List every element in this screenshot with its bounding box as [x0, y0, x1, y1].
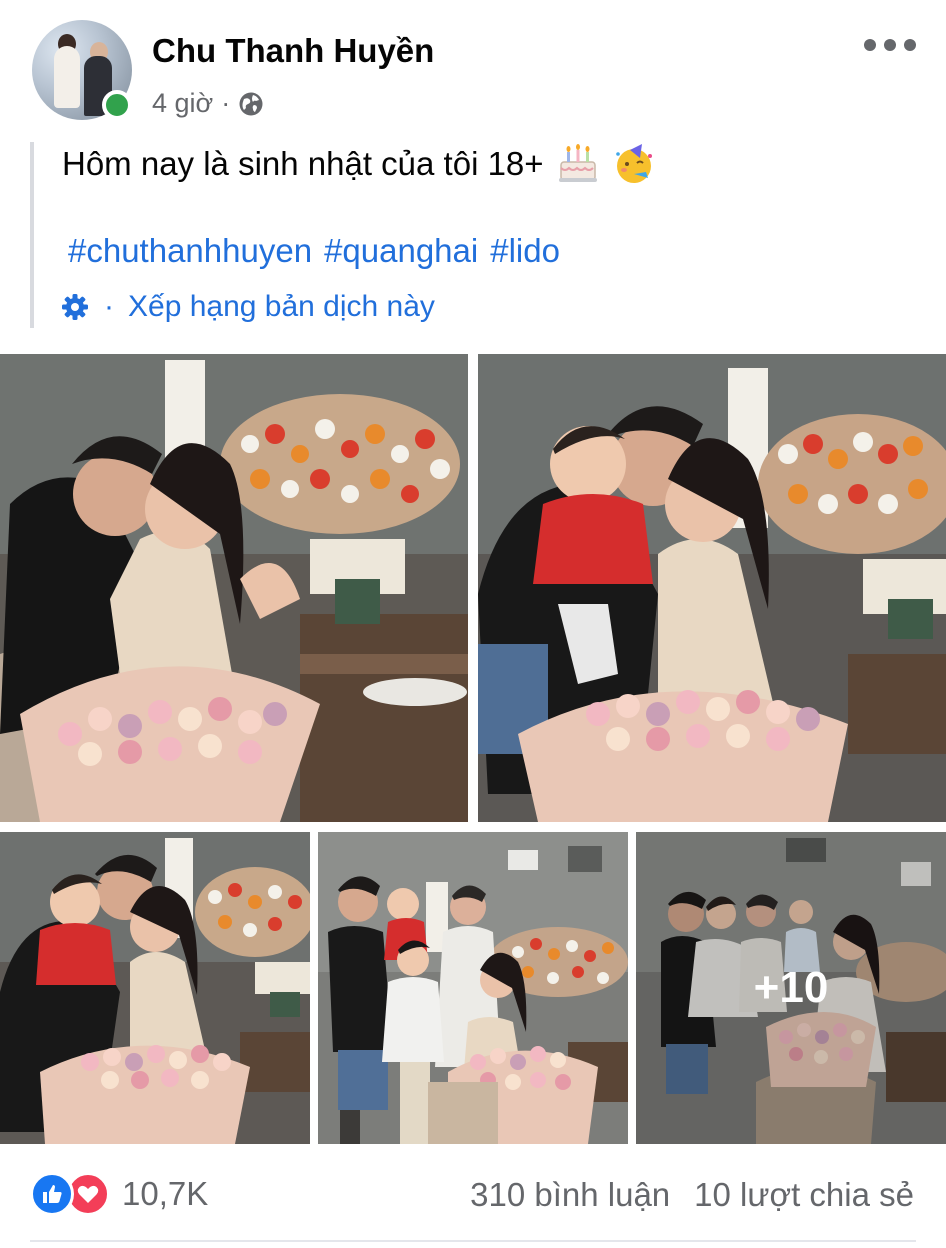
more-options-icon[interactable]: [864, 30, 916, 60]
partying-face-icon: [615, 144, 652, 183]
post-photo[interactable]: [478, 354, 946, 822]
gear-icon[interactable]: [60, 292, 90, 322]
quote-bar: [30, 142, 34, 328]
post-footer: 10,7K 310 bình luận 10 lượt chia sẻ: [0, 1160, 946, 1230]
reactions-summary[interactable]: 10,7K: [30, 1172, 208, 1216]
hashtag-link[interactable]: #lido: [490, 232, 560, 270]
online-status-dot: [102, 90, 132, 120]
author-name[interactable]: Chu Thanh Huyền: [152, 32, 434, 70]
hashtags: #chuthanhhuyen #quanghai #lido: [68, 232, 560, 270]
post-header: Chu Thanh Huyền 4 giờ ·: [0, 0, 946, 140]
engagement-stats: 310 bình luận 10 lượt chia sẻ: [470, 1176, 914, 1214]
meta-separator: ·: [221, 88, 231, 118]
post-time[interactable]: 4 giờ: [152, 88, 213, 119]
post-photo[interactable]: [0, 832, 310, 1144]
post-text-content: Hôm nay là sinh nhật của tôi 18+: [62, 145, 544, 182]
hashtag-link[interactable]: #quanghai: [324, 232, 478, 270]
post-photo[interactable]: [0, 354, 468, 822]
translation-rating: · Xếp hạng bản dịch này: [60, 290, 435, 324]
post-photo-more[interactable]: +10: [636, 832, 946, 1144]
rate-translation-link[interactable]: Xếp hạng bản dịch này: [128, 290, 435, 324]
post-photo[interactable]: [318, 832, 628, 1144]
like-icon: [30, 1172, 74, 1216]
post-meta: 4 giờ ·: [152, 88, 264, 119]
footer-divider: [30, 1240, 916, 1242]
translate-separator: ·: [104, 290, 114, 323]
post-text: Hôm nay là sinh nhật của tôi 18+: [62, 142, 656, 186]
more-photos-overlay[interactable]: +10: [636, 832, 946, 1144]
reaction-count: 10,7K: [122, 1175, 209, 1212]
globe-icon[interactable]: [238, 91, 264, 117]
birthday-cake-icon: [558, 144, 597, 182]
comments-count-link[interactable]: 310 bình luận: [470, 1176, 670, 1214]
shares-count-link[interactable]: 10 lượt chia sẻ: [694, 1176, 914, 1214]
hashtag-link[interactable]: #chuthanhhuyen: [68, 232, 312, 270]
